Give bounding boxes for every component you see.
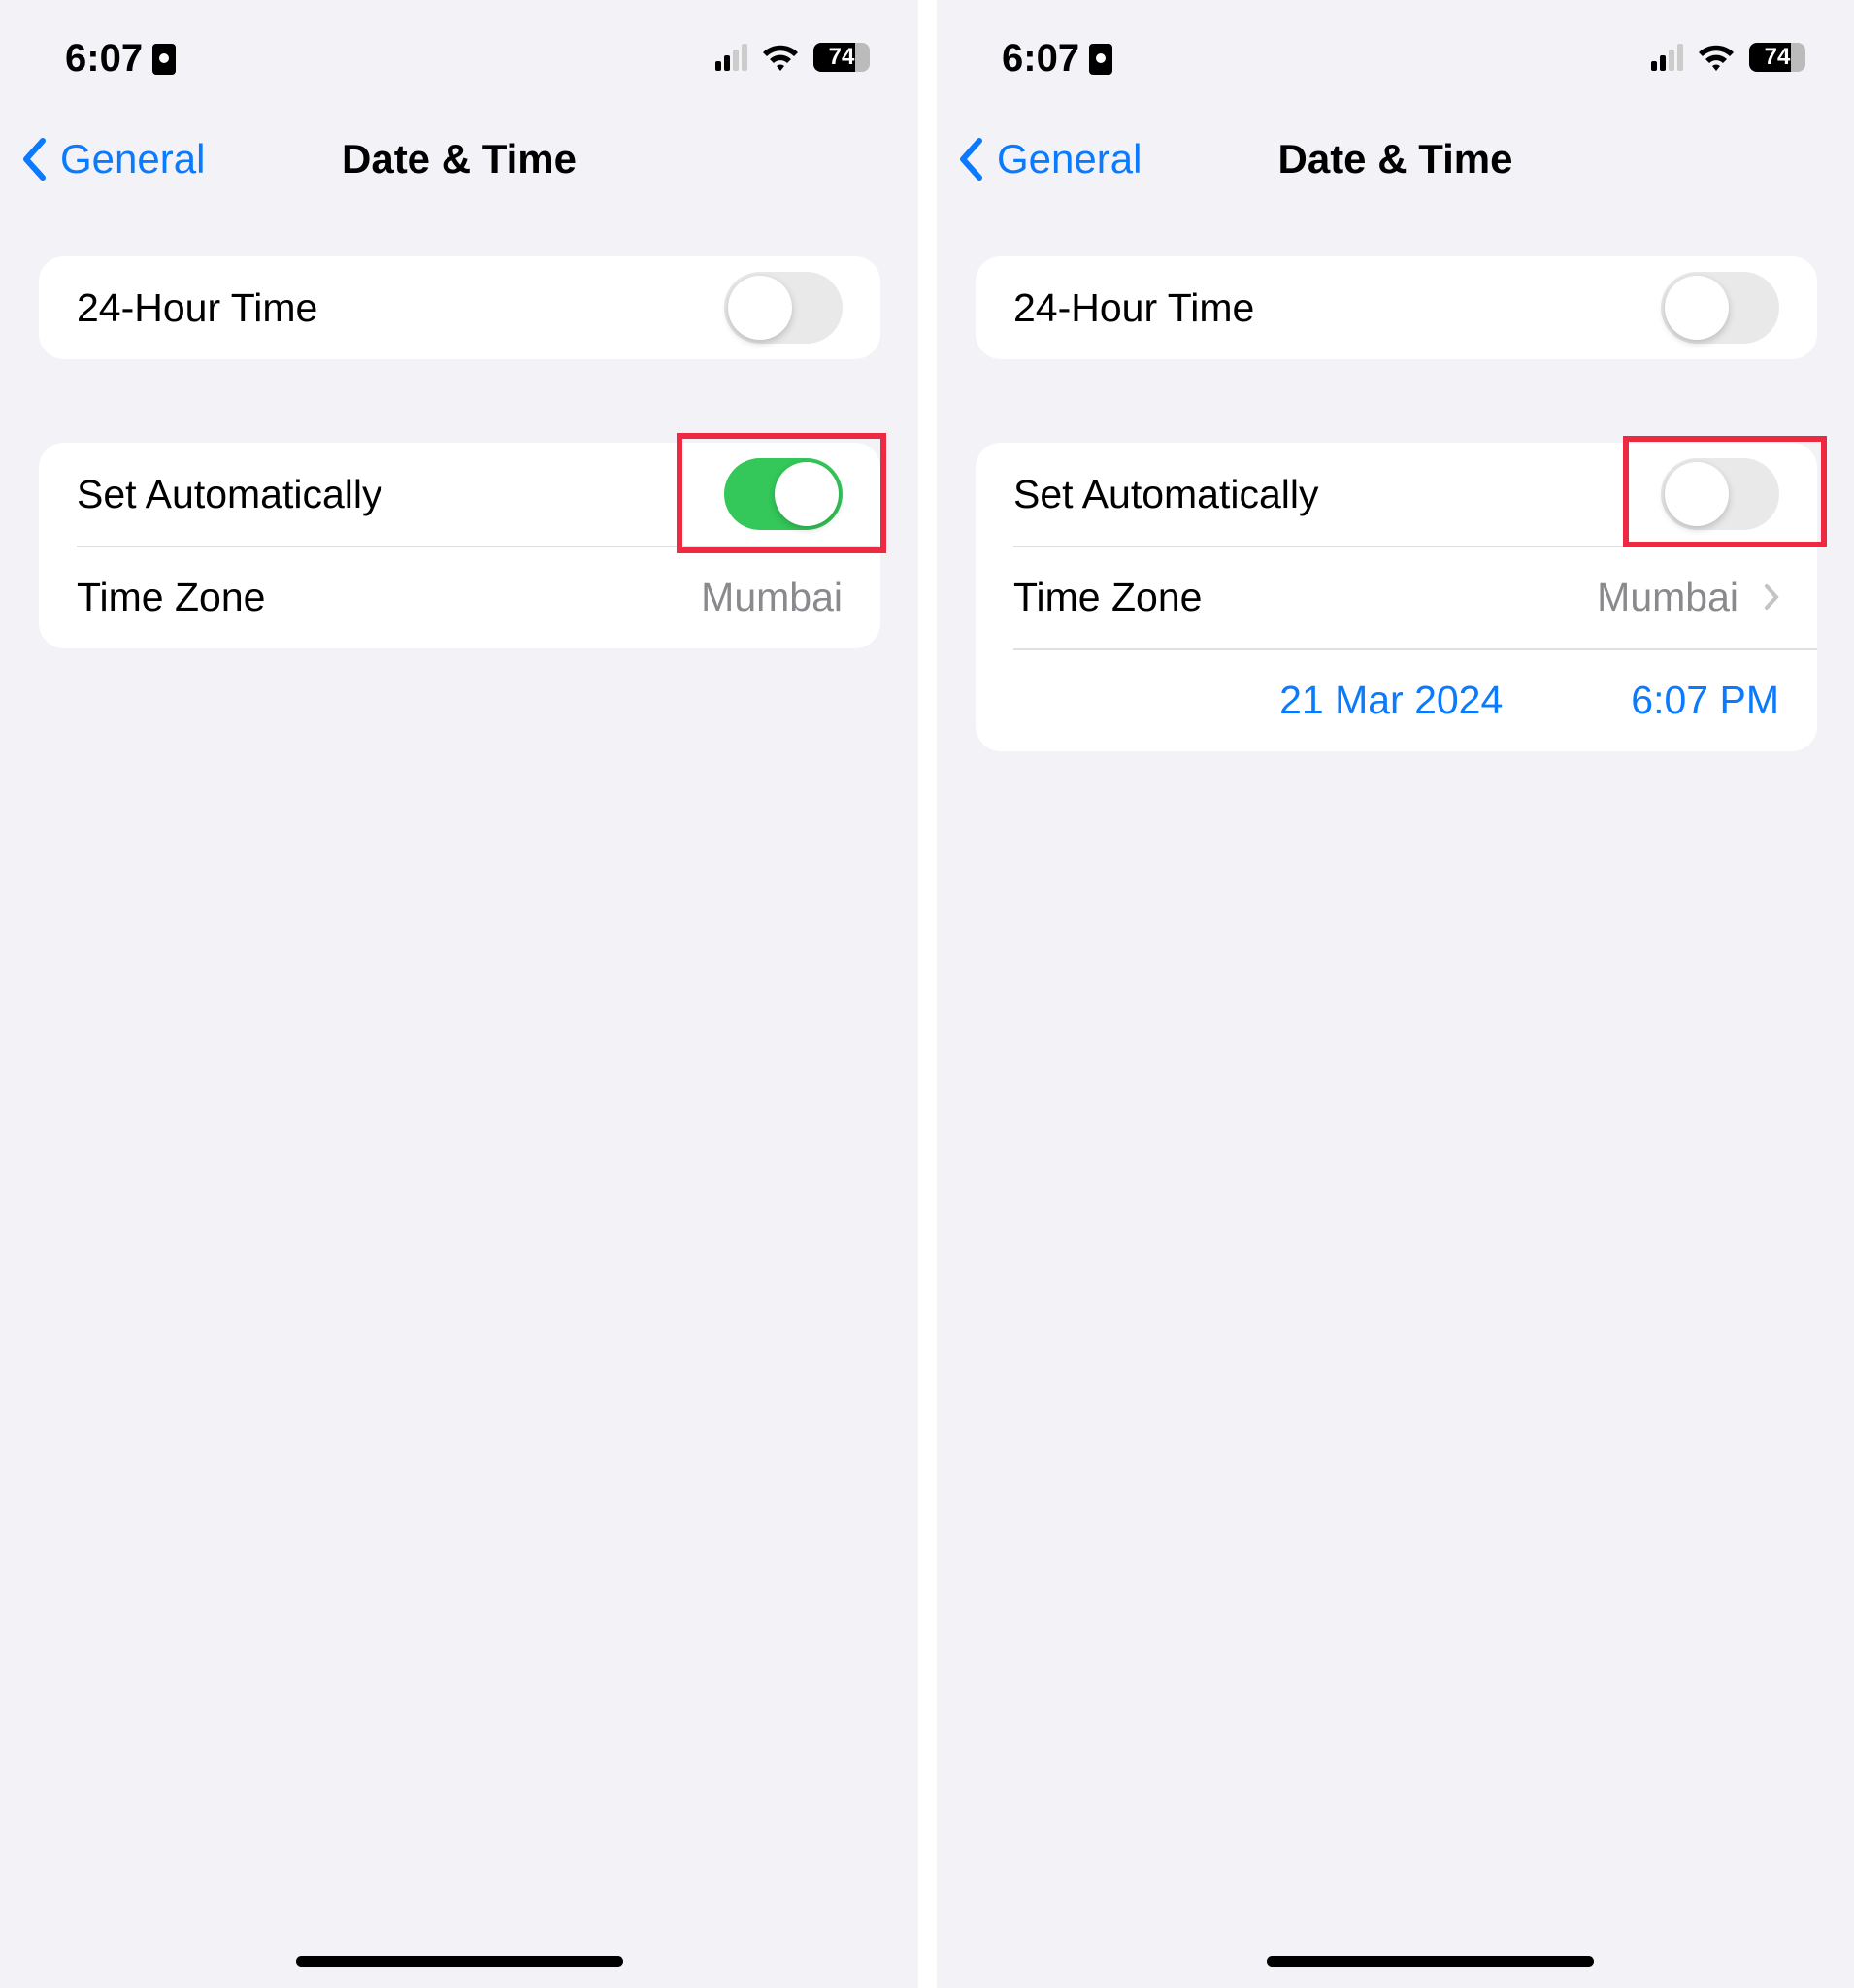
date-time-row: 21 Mar 2024 6:07 PM <box>976 648 1817 751</box>
hour24-group: 24-Hour Time <box>976 256 1817 359</box>
wifi-icon <box>763 45 798 71</box>
status-icons: 74 <box>1651 43 1805 72</box>
home-indicator[interactable] <box>1267 1956 1594 1967</box>
status-icons: 74 <box>715 43 870 72</box>
highlight-box <box>677 433 886 553</box>
page-title: Date & Time <box>1277 136 1513 182</box>
contact-badge-icon <box>1089 43 1113 75</box>
hour24-row: 24-Hour Time <box>976 256 1817 359</box>
cellular-signal-icon <box>1651 44 1683 71</box>
hour24-toggle[interactable] <box>1661 272 1779 344</box>
page-title: Date & Time <box>342 136 577 182</box>
highlight-box <box>1623 436 1827 547</box>
battery-icon: 74 <box>1749 43 1805 72</box>
wifi-icon <box>1699 45 1734 71</box>
screen-after: 6:07 74 General Date & Time 24-Hour Time… <box>937 0 1854 1988</box>
time-picker[interactable]: 6:07 PM <box>1631 678 1779 723</box>
hour24-row: 24-Hour Time <box>39 256 880 359</box>
time-zone-row[interactable]: Time Zone Mumbai <box>976 546 1817 648</box>
screen-before: 6:07 74 General Date & Time 24-Hour Time… <box>0 0 918 1988</box>
status-time: 6:07 <box>65 37 177 81</box>
chevron-right-icon <box>1765 584 1779 610</box>
date-picker[interactable]: 21 Mar 2024 <box>1279 678 1503 723</box>
home-indicator[interactable] <box>296 1956 623 1967</box>
time-zone-row[interactable]: Time Zone Mumbai <box>39 546 880 648</box>
status-time: 6:07 <box>1002 37 1113 81</box>
cellular-signal-icon <box>715 44 747 71</box>
hour24-toggle[interactable] <box>724 272 843 344</box>
hour24-group: 24-Hour Time <box>39 256 880 359</box>
battery-icon: 74 <box>813 43 870 72</box>
contact-badge-icon <box>152 43 177 75</box>
